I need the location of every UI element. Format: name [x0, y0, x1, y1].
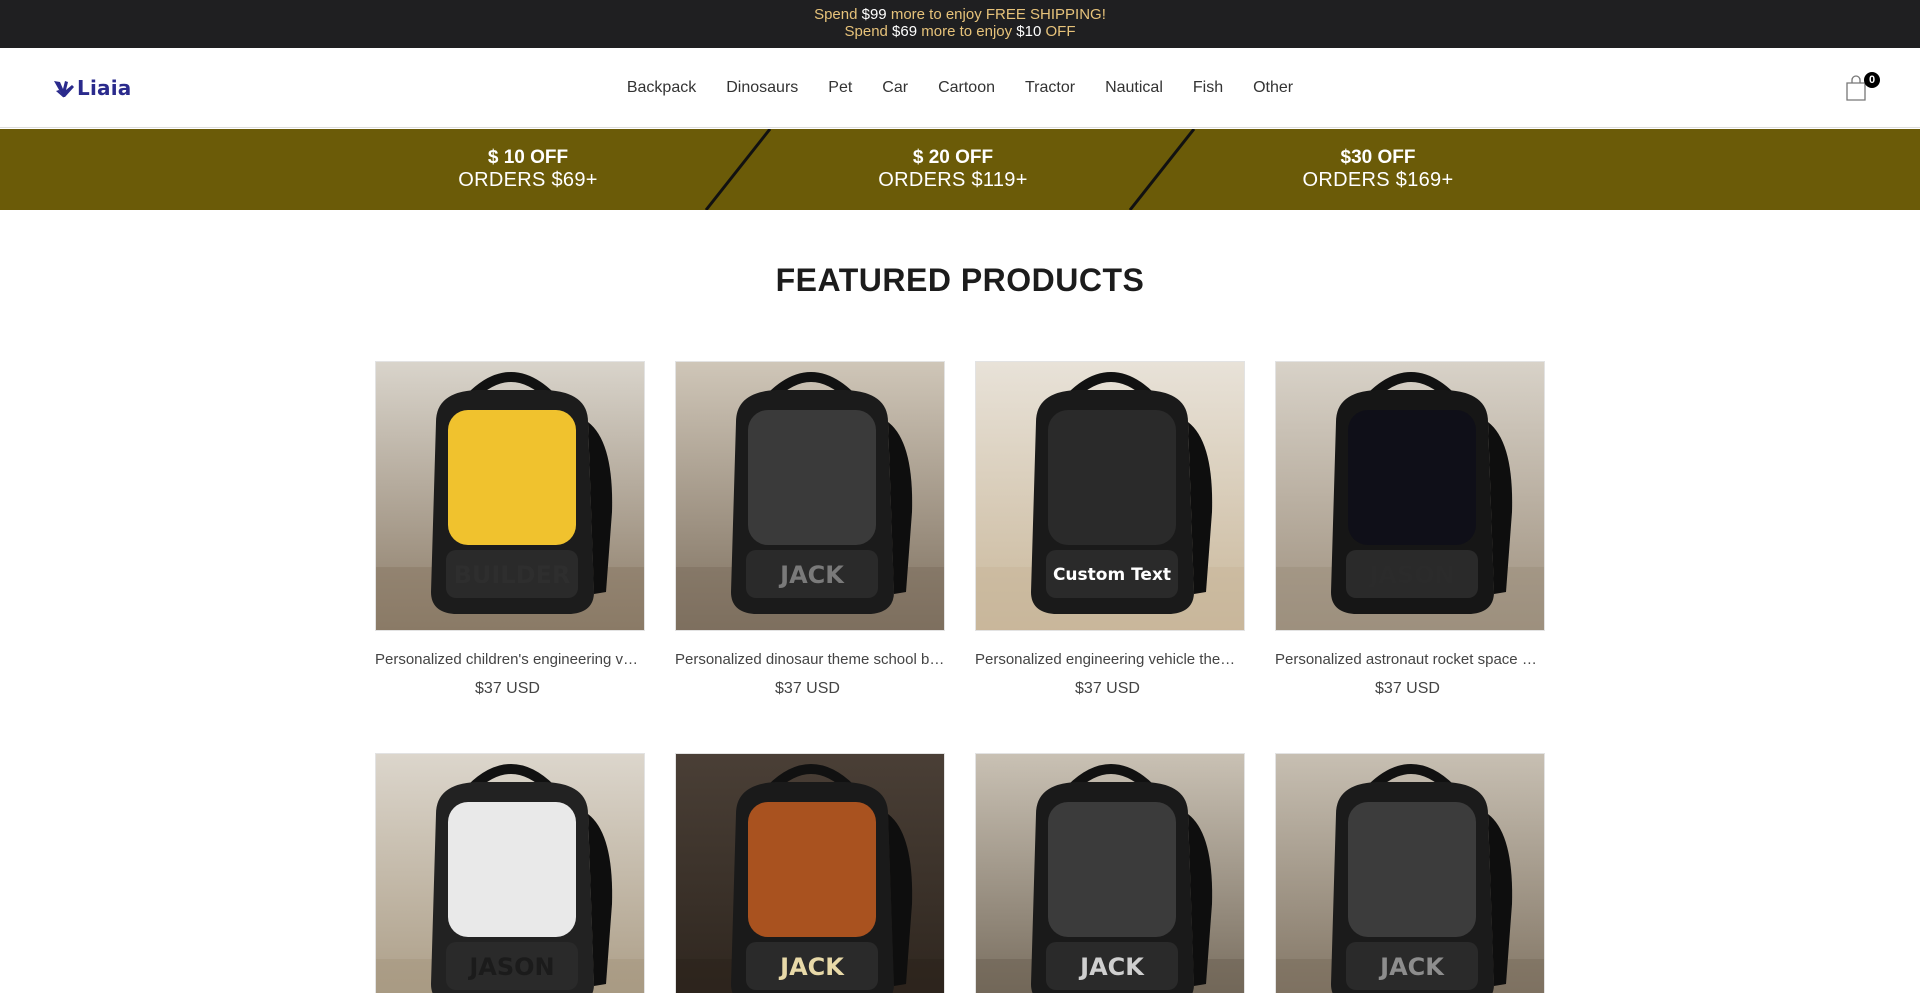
product-image[interactable]: JACK	[675, 753, 945, 993]
cart-count-badge: 0	[1864, 72, 1880, 88]
product-title[interactable]: Personalized astronaut rocket space back…	[1275, 651, 1545, 669]
product-card[interactable]: Custom Text Personalized engineering veh…	[975, 361, 1245, 698]
svg-text:BUILDER: BUILDER	[454, 561, 571, 589]
main-nav: Backpack Dinosaurs Pet Car Cartoon Tractor Nau…	[0, 78, 1920, 98]
svg-text:JACK: JACK	[1378, 953, 1445, 981]
nav-item-pet[interactable]: Pet	[813, 78, 867, 98]
section-title: FEATURED PRODUCTS	[775, 262, 1145, 298]
promo-strip: $ 10 OFF ORDERS $69+ $ 20 OFF ORDERS $11…	[0, 129, 1920, 210]
product-title[interactable]: Personalized dinosaur theme school backp…	[675, 651, 945, 669]
svg-text:Custom Text: Custom Text	[1053, 565, 1171, 585]
nav-item-backpack[interactable]: Backpack	[612, 78, 711, 98]
product-card[interactable]: JASON Personalized astronaut rocket spac…	[1275, 361, 1545, 698]
product-card[interactable]: BUILDER Personalized children's engineer…	[375, 361, 645, 698]
product-image[interactable]: JACK	[675, 361, 945, 631]
product-title[interactable]: Personalized engineering vehicle theme b…	[975, 651, 1245, 669]
promo-tier-1-threshold: ORDERS $69+	[458, 169, 598, 191]
product-image[interactable]: BUILDER	[375, 361, 645, 631]
svg-text:JASON: JASON	[467, 953, 554, 981]
nav-item-nautical[interactable]: Nautical	[1090, 78, 1178, 98]
nav-item-fish[interactable]: Fish	[1178, 78, 1238, 98]
product-card[interactable]: JACK	[1275, 753, 1545, 993]
promo-tier-2: $ 20 OFF ORDERS $119+	[753, 146, 1153, 192]
promo-tier-1-discount: $ 10 OFF	[487, 147, 569, 168]
promo-tier-1: $ 10 OFF ORDERS $69+	[328, 146, 728, 192]
announcement-bar: Spend $99 more to enjoy FREE SHIPPING! S…	[0, 0, 1920, 48]
product-card[interactable]: JACK	[975, 753, 1245, 993]
product-card[interactable]: JACK	[675, 753, 945, 993]
product-image[interactable]: JASON	[375, 753, 645, 993]
promo-tier-2-discount: $ 20 OFF	[912, 147, 994, 168]
product-card[interactable]: JASON	[375, 753, 645, 993]
svg-text:JASON: JASON	[1367, 561, 1454, 589]
nav-item-dinosaurs[interactable]: Dinosaurs	[711, 78, 813, 98]
product-price: $37 USD	[775, 680, 840, 697]
nav-item-other[interactable]: Other	[1238, 78, 1308, 98]
promo-tier-3-discount: $30 OFF	[1340, 147, 1416, 168]
nav-item-tractor[interactable]: Tractor	[1010, 78, 1090, 98]
promo-tier-3: $30 OFF ORDERS $169+	[1178, 146, 1578, 192]
product-card[interactable]: JACK Personalized dinosaur theme school …	[675, 361, 945, 698]
product-image[interactable]: JACK	[975, 753, 1245, 993]
product-image[interactable]: Custom Text	[975, 361, 1245, 631]
product-title[interactable]: Personalized children's engineering vehi…	[375, 651, 645, 669]
nav-item-cartoon[interactable]: Cartoon	[923, 78, 1010, 98]
product-price: $37 USD	[1375, 680, 1440, 697]
announcement-line-discount: Spend $69 more to enjoy $10 OFF	[844, 23, 1076, 40]
product-price: $37 USD	[475, 680, 540, 697]
site-header: Liaia Backpack Dinosaurs Pet Car Cartoon Trac…	[0, 48, 1920, 128]
product-price: $37 USD	[1075, 680, 1140, 697]
cart-button[interactable]: 0	[1845, 72, 1880, 103]
svg-text:JACK: JACK	[778, 953, 845, 981]
svg-text:JACK: JACK	[778, 561, 845, 589]
promo-tier-3-threshold: ORDERS $169+	[1302, 169, 1454, 191]
nav-item-car[interactable]: Car	[867, 78, 923, 98]
announcement-line-shipping: Spend $99 more to enjoy FREE SHIPPING!	[814, 6, 1106, 23]
svg-text:JACK: JACK	[1078, 953, 1145, 981]
product-image[interactable]: JASON	[1275, 361, 1545, 631]
promo-tier-2-threshold: ORDERS $119+	[878, 169, 1028, 191]
product-image[interactable]: JACK	[1275, 753, 1545, 993]
